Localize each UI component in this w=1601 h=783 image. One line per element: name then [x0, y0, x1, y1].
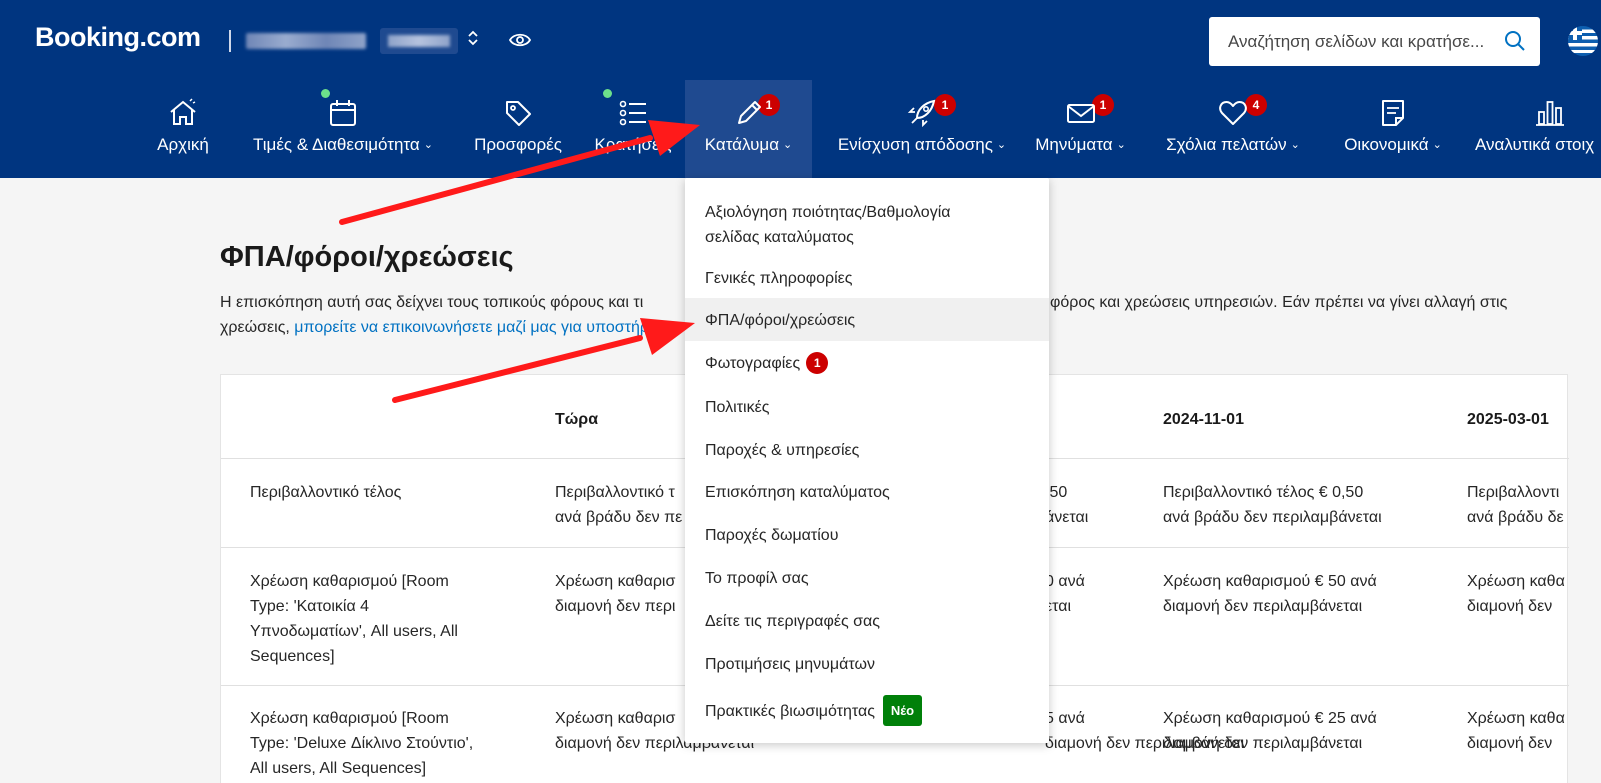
chevron-down-icon: ⌄ [1290, 139, 1300, 151]
nav-promotions-label: Προσφορές [474, 135, 562, 154]
row-2-date-1: Χρέωση καθαρισμού € 50 ανά διαμονή δεν π… [1163, 573, 1377, 615]
menu-item-quality-rating[interactable]: Αξιολόγηση ποιότητας/Βαθμολογία σελίδας … [685, 200, 1049, 250]
row-3-date-1: Χρέωση καθαρισμού € 25 ανά διαμονή δεν π… [1163, 710, 1377, 752]
nav-messages[interactable]: 1 Μηνύματα ⌄ [1028, 80, 1133, 178]
property-selector[interactable] [380, 28, 458, 54]
chevron-up-down-icon[interactable] [467, 28, 479, 49]
table-header-date-1: 2024-11-01 [1163, 411, 1244, 428]
notification-badge: 1 [806, 352, 829, 374]
intro-line2-start: χρεώσεις, [220, 319, 290, 336]
nav-messages-label: Μηνύματα [1035, 135, 1113, 154]
row-2-mid: 0 ανά εται [1045, 573, 1085, 615]
intro-line1-start: Η επισκόπηση αυτή σας δείχνει τους τοπικ… [220, 294, 644, 311]
nav-rates-availability[interactable]: Τιμές & Διαθεσιμότητα ⌄ [243, 80, 443, 178]
greek-flag-icon[interactable] [1568, 26, 1598, 56]
nav-reservations[interactable]: Κρατήσεις [588, 80, 678, 178]
row-3-date-2: Χρέωση καθα διαμονή δεν [1467, 710, 1565, 752]
nav-analytics[interactable]: Αναλυτικά στοιχ [1470, 80, 1601, 178]
nav-boost-label: Ενίσχυση απόδοσης [837, 135, 993, 154]
row-2-date-2: Χρέωση καθα διαμονή δεν [1467, 573, 1565, 615]
nav-analytics-label: Αναλυτικά στοιχ [1475, 135, 1595, 154]
page-title: ΦΠΑ/φόροι/χρεώσεις [220, 241, 514, 273]
notification-dot [321, 89, 330, 98]
row-1-name: Περιβαλλοντικό τέλος [250, 484, 402, 501]
row-2-name: Χρέωση καθαρισμού [Room Type: 'Κατοικία … [250, 573, 458, 665]
chevron-down-icon: ⌄ [423, 139, 433, 151]
chevron-down-icon: ⌄ [1116, 139, 1126, 151]
menu-item-your-profile[interactable]: Το προφίλ σας [685, 566, 1049, 591]
eye-icon[interactable] [508, 31, 532, 54]
menu-item-vat-taxes[interactable]: ΦΠΑ/φόροι/χρεώσεις [685, 298, 1049, 341]
top-navigation-bar: Booking.com Αναζήτηση σελίδων και κρατήσ… [0, 0, 1601, 178]
nav-reviews-label: Σχόλια πελατών [1166, 135, 1287, 154]
nav-home-label: Αρχική [157, 135, 209, 154]
search-icon[interactable] [1504, 30, 1526, 57]
menu-item-general-info[interactable]: Γενικές πληροφορίες [685, 266, 1049, 291]
notification-badge: 4 [1245, 94, 1267, 116]
bar-chart-icon [1535, 98, 1565, 133]
row-1-mid: ,50 άνεται [1045, 484, 1089, 526]
booking-logo[interactable]: Booking.com [35, 22, 201, 53]
row-3-name: Χρέωση καθαρισμού [Room Type: 'Deluxe Δί… [250, 710, 474, 777]
search-box[interactable]: Αναζήτηση σελίδων και κρατήσε... [1209, 17, 1540, 66]
menu-item-policies[interactable]: Πολιτικές [685, 395, 1049, 420]
notification-badge: 1 [934, 94, 956, 116]
blurred-property-name [246, 33, 366, 49]
nav-boost-performance[interactable]: 1 Ενίσχυση απόδοσης ⌄ [822, 80, 1022, 178]
heart-icon [1218, 98, 1248, 133]
chevron-down-icon: ⌄ [1432, 139, 1442, 151]
chevron-down-icon: ⌄ [783, 139, 793, 151]
menu-item-room-amenities[interactable]: Παροχές δωματίου [685, 523, 1049, 548]
nav-home[interactable]: Αρχική [143, 80, 223, 178]
menu-item-sustainability[interactable]: Πρακτικές βιωσιμότητας Νέο [685, 695, 1049, 726]
nav-guest-reviews[interactable]: 4 Σχόλια πελατών ⌄ [1158, 80, 1308, 178]
nav-property-label: Κατάλυμα [704, 135, 780, 154]
menu-item-property-overview[interactable]: Επισκόπηση καταλύματος [685, 480, 1049, 505]
nav-promotions[interactable]: Προσφορές [468, 80, 568, 178]
notification-dot [603, 89, 612, 98]
contact-support-link[interactable]: μπορείτε να επικοινωνήσετε μαζί μας για … [294, 319, 649, 336]
intro-line1-end: φόρος και χρεώσεις υπηρεσιών. Εάν πρέπει… [1050, 294, 1508, 311]
menu-item-view-descriptions[interactable]: Δείτε τις περιγραφές σας [685, 609, 1049, 634]
rocket-icon [907, 98, 937, 133]
menu-item-photos-label: Φωτογραφίες [705, 355, 801, 372]
menu-item-photos[interactable]: Φωτογραφίες 1 [685, 351, 1049, 376]
menu-item-sustainability-label: Πρακτικές βιωσιμότητας [705, 703, 875, 720]
pencil-icon [734, 98, 764, 133]
row-2-now: Χρέωση καθαρισ διαμονή δεν περι [555, 573, 676, 615]
row-1-date-2: Περιβαλλοντι ανά βράδυ δε [1467, 484, 1564, 526]
table-header-now: Τώρα [555, 411, 599, 428]
nav-finance[interactable]: Οικονομικά ⌄ [1333, 80, 1453, 178]
table-header-date-2: 2025-03-01 [1467, 411, 1549, 428]
envelope-icon [1066, 98, 1096, 133]
nav-property[interactable]: 1 Κατάλυμα ⌄ [685, 80, 812, 178]
calendar-icon [328, 98, 358, 133]
row-1-now: Περιβαλλοντικό τ ανά βράδυ δεν πε [555, 484, 683, 526]
new-badge: Νέο [882, 695, 923, 726]
nav-reservations-label: Κρατήσεις [594, 135, 672, 154]
search-input[interactable]: Αναζήτηση σελίδων και κρατήσε... [1228, 32, 1484, 52]
menu-item-message-preferences[interactable]: Προτιμήσεις μηνυμάτων [685, 652, 1049, 677]
menu-item-facilities-services[interactable]: Παροχές & υπηρεσίες [685, 438, 1049, 463]
nav-rates-label: Τιμές & Διαθεσιμότητα [253, 135, 420, 154]
property-dropdown-menu: Αξιολόγηση ποιότητας/Βαθμολογία σελίδας … [685, 178, 1049, 743]
tag-icon [503, 98, 533, 133]
list-icon [618, 98, 648, 133]
home-icon [168, 98, 198, 133]
chevron-down-icon: ⌄ [996, 139, 1007, 151]
row-1-date-1: Περιβαλλοντικό τέλος € 0,50 ανά βράδυ δε… [1163, 484, 1382, 526]
document-icon [1378, 98, 1408, 133]
nav-finance-label: Οικονομικά [1344, 135, 1429, 154]
logo-separator [229, 30, 231, 52]
